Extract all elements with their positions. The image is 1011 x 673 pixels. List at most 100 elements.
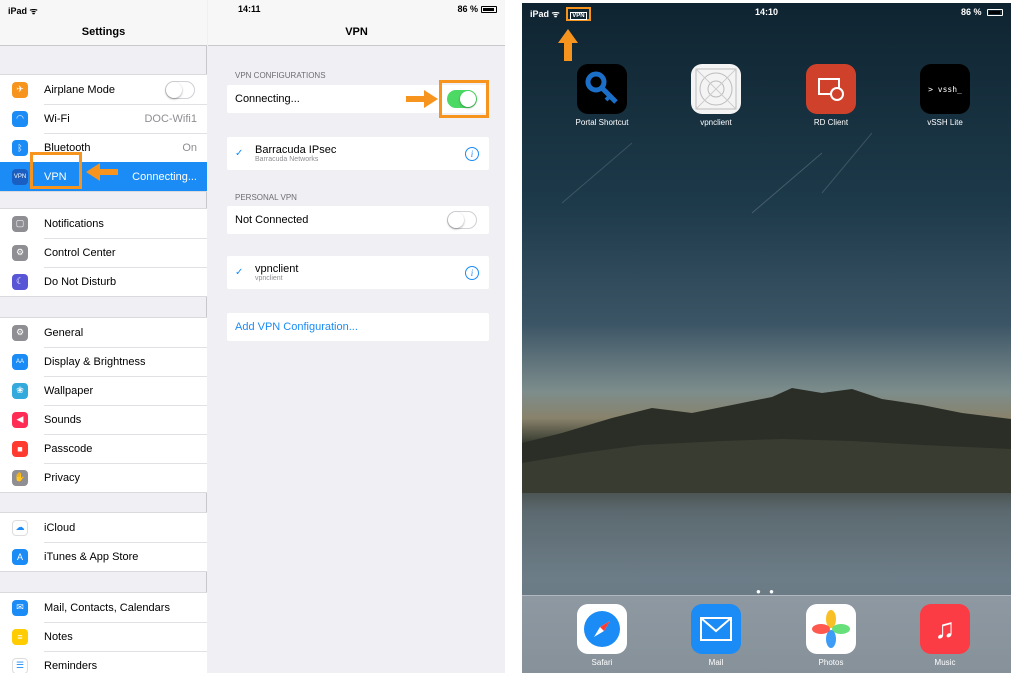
status-bar: 14:11 86 % <box>208 0 505 18</box>
vpnclient-icon <box>691 64 741 114</box>
dock-app-photos[interactable]: Photos <box>795 604 867 667</box>
personal-vpn-status-group: Not Connected <box>227 206 489 234</box>
sidebar-item-reminders[interactable]: ☰ Reminders <box>0 651 207 673</box>
app-vssh-lite[interactable]: > vssh_ vSSH Lite <box>909 64 981 127</box>
music-icon: ♫ <box>920 604 970 654</box>
sidebar-item-do-not-disturb[interactable]: ☾ Do Not Disturb <box>0 267 207 296</box>
info-icon[interactable]: i <box>465 265 479 280</box>
page-title: Settings <box>81 26 126 38</box>
passcode-icon: ■ <box>12 440 28 457</box>
sidebar-item-label: Airplane Mode <box>44 83 115 96</box>
sidebar-item-label: iTunes & App Store <box>44 550 139 563</box>
app-label: Photos <box>818 658 844 667</box>
personal-vpn-toggle[interactable] <box>447 211 477 229</box>
sidebar-item-value: DOC-Wifi1 <box>144 112 197 125</box>
vpn-navbar: 14:11 86 % VPN <box>208 0 505 46</box>
app-label: Safari <box>591 658 613 667</box>
dock-app-music[interactable]: ♫ Music <box>909 604 981 667</box>
sidebar-item-label: Wi-Fi <box>44 112 70 125</box>
sidebar-item-passcode[interactable]: ■ Passcode <box>0 434 207 463</box>
battery-icon <box>481 6 497 13</box>
dock: Safari Mail Photos ♫ Music <box>522 595 1011 673</box>
sidebar-item-label: Reminders <box>44 659 98 672</box>
arrow-right-icon <box>406 90 438 108</box>
personal-vpn-header: PERSONAL VPN <box>235 193 297 202</box>
sidebar-item-sounds[interactable]: ◀ Sounds <box>0 405 207 434</box>
app-portal-shortcut[interactable]: Portal Shortcut <box>566 64 638 127</box>
sidebar-item-label: Display & Brightness <box>44 355 146 368</box>
settings-group: ⚙ General AA Display & Brightness ❀ Wallpaper… <box>0 317 207 493</box>
sidebar-item-label: Wallpaper <box>44 384 94 397</box>
add-vpn-group: Add VPN Configuration... <box>227 313 489 341</box>
sidebar-item-label: Privacy <box>44 471 81 484</box>
sidebar-item-icloud[interactable]: ☁ iCloud <box>0 513 207 542</box>
app-store-icon: A <box>12 548 28 565</box>
app-label: vSSH Lite <box>927 118 963 127</box>
arrow-left-icon <box>86 163 118 181</box>
reminders-icon: ☰ <box>12 657 28 673</box>
photos-icon <box>806 604 856 654</box>
sidebar-item-label: Control Center <box>44 246 116 259</box>
toggle-highlight-box <box>439 80 489 118</box>
key-icon <box>577 64 627 114</box>
sidebar-item-label: iCloud <box>44 521 76 534</box>
vpn-config-row[interactable]: ✓ Barracuda IPsec Barracuda Networks i <box>227 137 489 170</box>
vpn-configurations-header: VPN CONFIGURATIONS <box>235 71 326 80</box>
airplane-mode-toggle[interactable] <box>165 80 195 99</box>
sidebar-item-itunes-app-store[interactable]: AiTunes & App Store <box>0 542 207 571</box>
sounds-icon: ◀ <box>12 411 28 428</box>
dock-app-safari[interactable]: Safari <box>566 604 638 667</box>
vpn-detail-pane: 14:11 86 % VPN VPN CONFIGURATIONS Connec… <box>208 0 505 673</box>
add-vpn-row[interactable]: Add VPN Configuration... <box>227 313 489 341</box>
arrow-up-icon <box>558 29 578 61</box>
carrier-label: iPad ᯤ <box>8 6 38 16</box>
settings-navbar: iPad ᯤ Settings <box>0 0 207 46</box>
vpn-config-name: Barracuda IPsec <box>255 144 337 156</box>
sidebar-item-display-brightness[interactable]: AA Display & Brightness <box>0 347 207 376</box>
personal-vpn-config-row[interactable]: ✓ vpnclient vpnclient i <box>227 256 489 289</box>
terminal-icon: > vssh_ <box>920 64 970 114</box>
status-time: 14:10 <box>754 7 779 17</box>
vpn-config-group: ✓ Barracuda IPsec Barracuda Networks i <box>227 137 489 170</box>
settings-group: ☁ iCloud AiTunes & App Store <box>0 512 207 572</box>
wallpaper-mountains <box>522 388 1011 493</box>
mail-icon <box>691 604 741 654</box>
checkmark-icon: ✓ <box>235 267 244 278</box>
sidebar-item-privacy[interactable]: ✋ Privacy <box>0 463 207 492</box>
sidebar-item-airplane-mode[interactable]: ✈ Airplane Mode <box>0 75 207 104</box>
add-vpn-configuration-link[interactable]: Add VPN Configuration... <box>235 321 358 333</box>
sidebar-item-wi-fi[interactable]: ◠ Wi-Fi DOC-Wifi1 <box>0 104 207 133</box>
dock-app-mail[interactable]: Mail <box>680 604 752 667</box>
sidebar-item-control-center[interactable]: ⚙ Control Center <box>0 238 207 267</box>
sidebar-item-mail-contacts-calendars[interactable]: ✉ Mail, Contacts, Calendars <box>0 593 207 622</box>
vpn-highlight-box <box>30 152 82 189</box>
sidebar-item-value: Connecting... <box>132 170 197 183</box>
sidebar-item-general[interactable]: ⚙ General <box>0 318 207 347</box>
general-icon: ⚙ <box>12 324 28 341</box>
app-label: Music <box>934 658 956 667</box>
app-vpnclient[interactable]: vpnclient <box>680 64 752 127</box>
info-icon[interactable]: i <box>465 146 479 161</box>
settings-ipad-screen: iPad ᯤ Settings ✈ Airplane Mode ◠ Wi-Fi DOC-… <box>0 0 505 673</box>
app-label: RD Client <box>813 118 849 127</box>
airplane-icon: ✈ <box>12 81 28 98</box>
control-center-icon: ⚙ <box>12 244 28 261</box>
sidebar-item-label: General <box>44 326 84 339</box>
personal-vpn-config-subtitle: vpnclient <box>255 275 283 282</box>
display-icon: AA <box>12 353 28 370</box>
app-label: Mail <box>708 658 724 667</box>
app-label: Portal Shortcut <box>575 118 629 127</box>
status-battery: 86 % <box>457 4 497 14</box>
app-rd-client[interactable]: RD Client <box>795 64 867 127</box>
sidebar-item-wallpaper[interactable]: ❀ Wallpaper <box>0 376 207 405</box>
wifi-icon: ◠ <box>12 110 28 127</box>
vpn-config-subtitle: Barracuda Networks <box>255 156 319 163</box>
sidebar-item-notes[interactable]: ≡ Notes <box>0 622 207 651</box>
sidebar-item-label: Sounds <box>44 413 82 426</box>
mail-icon: ✉ <box>12 599 28 616</box>
personal-vpn-config-group: ✓ vpnclient vpnclient i <box>227 256 489 289</box>
sidebar-item-label: Notifications <box>44 217 104 230</box>
detail-title: VPN <box>345 26 368 38</box>
icloud-icon: ☁ <box>12 519 28 536</box>
sidebar-item-notifications[interactable]: ▢ Notifications <box>0 209 207 238</box>
